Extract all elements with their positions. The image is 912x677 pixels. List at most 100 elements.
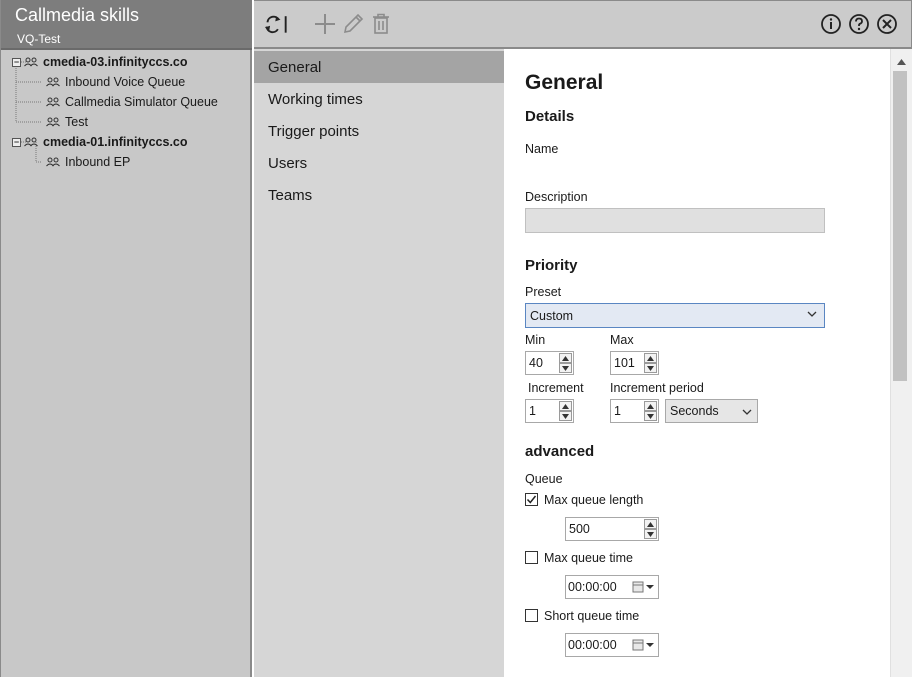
refresh-button[interactable] <box>264 11 290 37</box>
scrollbar-thumb[interactable] <box>893 71 907 381</box>
collapse-icon[interactable]: − <box>12 57 21 67</box>
increment-stepper[interactable]: 1 <box>525 399 574 423</box>
tree-node-queue[interactable]: Inbound Voice Queue <box>46 72 185 92</box>
max-queue-time-picker[interactable]: 00:00:00 <box>565 575 659 599</box>
increment-period-unit-value: Seconds <box>670 404 719 418</box>
max-queue-time-value: 00:00:00 <box>568 580 617 594</box>
spin-up-button[interactable] <box>644 353 657 363</box>
nav-item-working-times[interactable]: Working times <box>254 83 504 115</box>
tree-node-label: Inbound Voice Queue <box>65 75 186 89</box>
chevron-down-icon <box>807 311 817 317</box>
short-queue-time-value: 00:00:00 <box>568 638 617 652</box>
collapse-icon[interactable]: − <box>12 137 21 147</box>
tree-node-queue[interactable]: Callmedia Simulator Queue <box>46 92 218 112</box>
help-icon <box>849 14 869 34</box>
caret-up-icon <box>562 403 569 409</box>
page-title: General <box>525 71 604 94</box>
max-queue-length-stepper[interactable]: 500 <box>565 517 659 541</box>
caret-up-icon <box>562 355 569 361</box>
max-queue-length-label: Max queue length <box>544 493 644 507</box>
general-form: General Details Name Description Priorit… <box>504 49 890 677</box>
tree-node-server-2[interactable]: − cmedia-01.infinityccs.co <box>12 132 188 152</box>
spin-up-button[interactable] <box>644 401 657 411</box>
increment-period-value: 1 <box>614 404 621 418</box>
preset-select[interactable]: Custom <box>525 303 825 328</box>
nav-item-trigger-points[interactable]: Trigger points <box>254 115 504 147</box>
spin-down-button[interactable] <box>559 363 572 373</box>
chevron-down-icon <box>742 409 752 415</box>
edit-button[interactable] <box>340 11 366 37</box>
short-queue-time-picker[interactable]: 00:00:00 <box>565 633 659 657</box>
group-icon <box>46 117 60 127</box>
skills-tree-panel: Callmedia skills VQ-Test − cmedia-03.inf… <box>0 0 252 677</box>
spin-down-button[interactable] <box>644 529 657 539</box>
group-icon <box>46 77 60 87</box>
tree-node-queue[interactable]: Inbound EP <box>46 152 130 172</box>
short-queue-time-label: Short queue time <box>544 609 640 623</box>
section-nav: General Working times Trigger points Use… <box>254 49 504 677</box>
scroll-up-button[interactable] <box>891 55 912 69</box>
min-label: Min <box>525 333 546 347</box>
caret-down-icon <box>647 413 654 419</box>
max-queue-time-label: Max queue time <box>544 551 633 565</box>
tree-node-server-1[interactable]: − cmedia-03.infinityccs.co <box>12 52 188 72</box>
spin-up-button[interactable] <box>559 401 572 411</box>
description-field[interactable] <box>525 208 825 233</box>
close-button[interactable] <box>874 11 900 37</box>
calendar-dropdown-icon <box>632 639 654 651</box>
increment-period-stepper[interactable]: 1 <box>610 399 659 423</box>
short-queue-time-checkbox[interactable] <box>525 609 538 622</box>
max-queue-length-checkbox[interactable] <box>525 493 538 506</box>
max-label: Max <box>610 333 634 347</box>
app-header: Callmedia skills VQ-Test <box>1 0 252 50</box>
caret-down-icon <box>562 413 569 419</box>
group-icon <box>24 57 38 67</box>
details-heading: Details <box>525 108 575 125</box>
preset-value: Custom <box>530 308 574 323</box>
preset-label: Preset <box>525 285 562 299</box>
max-queue-length-value: 500 <box>569 522 590 536</box>
tree-node-label: Test <box>65 115 88 129</box>
group-icon <box>46 97 60 107</box>
spin-down-button[interactable] <box>644 363 657 373</box>
info-button[interactable] <box>818 11 844 37</box>
nav-item-general[interactable]: General <box>254 51 504 83</box>
toolbar <box>254 0 912 49</box>
max-value: 101 <box>614 356 635 370</box>
increment-period-unit-select[interactable]: Seconds <box>665 399 758 423</box>
add-button[interactable] <box>312 11 338 37</box>
help-button[interactable] <box>846 11 872 37</box>
increment-value: 1 <box>529 404 536 418</box>
description-label: Description <box>525 190 588 204</box>
caret-up-icon <box>647 403 654 409</box>
nav-item-users[interactable]: Users <box>254 147 504 179</box>
refresh-icon <box>264 15 287 34</box>
vertical-scrollbar[interactable] <box>890 49 912 677</box>
close-icon <box>877 14 897 34</box>
delete-icon <box>373 13 389 34</box>
nav-item-teams[interactable]: Teams <box>254 179 504 211</box>
caret-up-icon <box>647 355 654 361</box>
spin-down-button[interactable] <box>644 411 657 421</box>
max-queue-time-checkbox[interactable] <box>525 551 538 564</box>
tree-node-queue[interactable]: Test <box>46 112 88 132</box>
tree-node-label: Inbound EP <box>65 155 131 169</box>
tree-node-label: Callmedia Simulator Queue <box>65 95 218 109</box>
tree-node-label: cmedia-01.infinityccs.co <box>43 135 188 149</box>
min-stepper[interactable]: 40 <box>525 351 574 375</box>
delete-button[interactable] <box>368 11 394 37</box>
advanced-heading: advanced <box>525 443 595 460</box>
add-icon <box>315 14 335 34</box>
caret-up-icon <box>897 59 906 65</box>
caret-up-icon <box>647 521 654 527</box>
app-subtitle: VQ-Test <box>17 32 61 46</box>
caret-down-icon <box>562 365 569 371</box>
group-icon <box>24 137 38 147</box>
spin-down-button[interactable] <box>559 411 572 421</box>
increment-period-label: Increment period <box>610 381 704 395</box>
group-icon <box>46 157 60 167</box>
spin-up-button[interactable] <box>644 519 657 529</box>
caret-down-icon <box>647 365 654 371</box>
max-stepper[interactable]: 101 <box>610 351 659 375</box>
spin-up-button[interactable] <box>559 353 572 363</box>
